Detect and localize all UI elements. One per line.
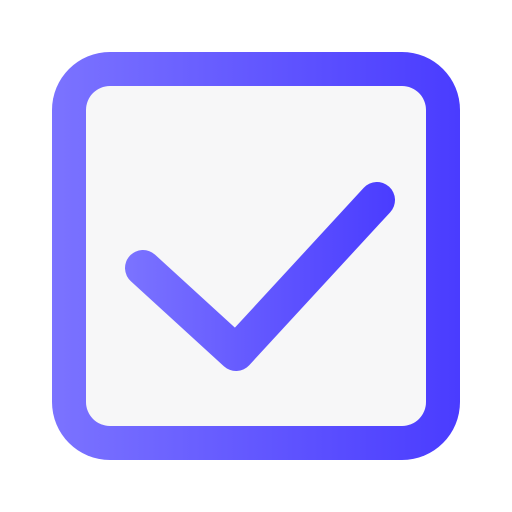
checkbox-checked-icon[interactable]: [0, 0, 512, 512]
icon-canvas: [0, 0, 512, 512]
